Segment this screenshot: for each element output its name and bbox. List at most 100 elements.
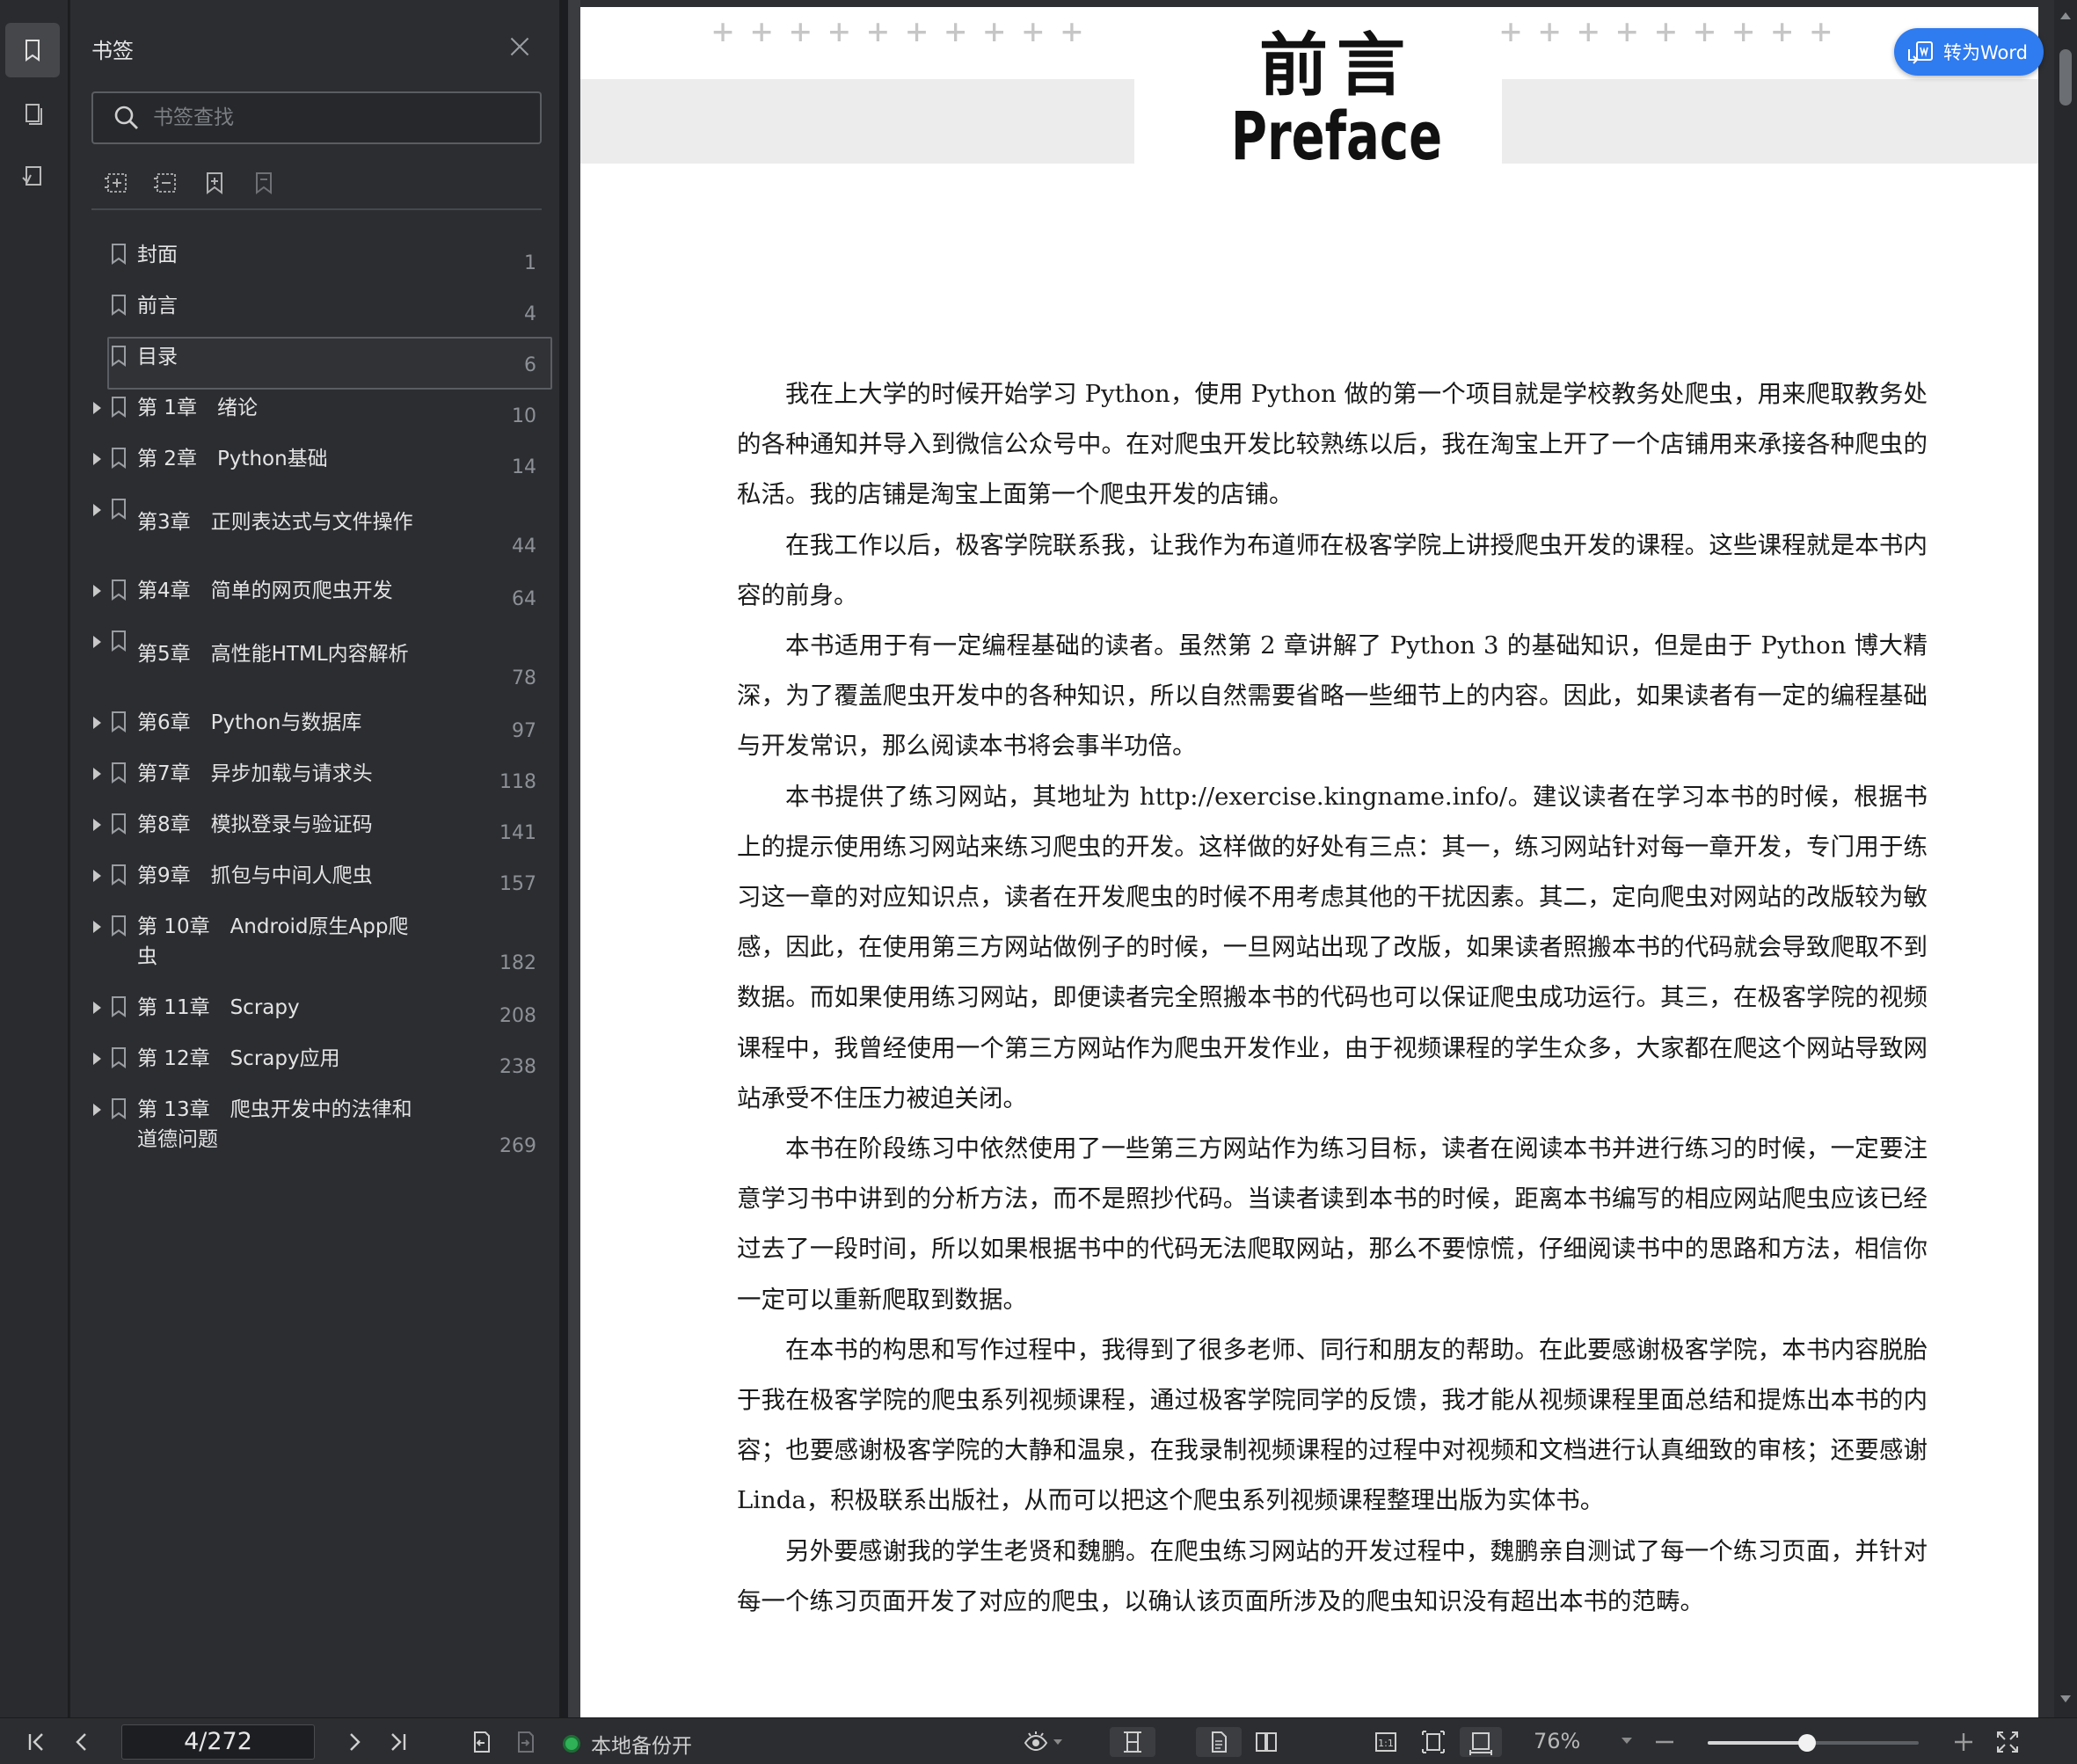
expand-arrow-icon[interactable] [93,636,101,648]
expand-arrow-icon[interactable] [93,870,101,882]
search-icon [114,106,138,129]
collapse-all-button[interactable] [149,167,181,199]
bookmark-page-number: 269 [499,1135,536,1157]
bookmark-label: 第 10章 Android原生App爬 虫 [137,915,409,968]
next-page-button[interactable] [339,1727,369,1757]
backup-status-dot-icon [563,1735,580,1753]
bookmark-label: 第 1章 绪论 [137,397,258,419]
bookmark-label: 第 11章 Scrapy [137,996,300,1019]
eye-icon [1024,1731,1048,1752]
bookmark-page-number: 208 [499,1005,536,1027]
paragraph: 在本书的构思和写作过程中，我得到了很多老师、同行和朋友的帮助。在此要感谢极客学院… [737,1335,1928,1515]
zoom-dropdown-chevron-down-icon[interactable] [1622,1738,1632,1744]
two-page-button[interactable] [1243,1727,1289,1757]
fit-page-button[interactable] [1416,1727,1451,1757]
eye-protection-button[interactable] [1017,1727,1069,1757]
chevron-right-icon [350,1733,361,1751]
last-page-button[interactable] [383,1727,413,1757]
bookmark-icon [112,579,126,601]
document-page: + + + + + + + + + + + + + + + + + + + 前言 Preface 我在上大学的时候… [580,7,2038,1717]
collapse-all-icon [154,173,176,193]
last-page-icon [391,1733,406,1751]
zoom-out-button[interactable] [1650,1727,1680,1757]
expand-arrow-icon[interactable] [93,1053,101,1065]
expand-arrow-icon[interactable] [93,1104,101,1116]
bookmark-icon [112,397,126,418]
expand-arrow-icon[interactable] [93,504,101,516]
zoom-slider-fill [1708,1741,1808,1745]
bookmark-label: 第4章 简单的网页爬虫开发 [137,579,393,602]
bookmark-page-number: 6 [524,354,536,376]
bookmark-page-number: 141 [499,822,536,844]
vertical-scrollbar[interactable] [2054,0,2077,1717]
forward-view-button[interactable] [510,1727,540,1757]
bookmark-icon [112,1098,126,1119]
expand-arrow-icon[interactable] [93,819,101,831]
paragraph: 本书提供了练习网站，其地址为 http://exercise.kingname.… [737,782,1928,1112]
bookmark-label: 第3章 正则表达式与文件操作 [137,511,413,534]
bookmark-icon [112,711,126,733]
bookmark-page-number: 238 [499,1056,536,1078]
annotation-icon [22,166,41,186]
convert-to-word-button[interactable]: 转为Word [1894,28,2044,76]
chevron-down-icon [1053,1739,1062,1745]
zoom-slider[interactable] [1708,1734,1919,1752]
thumbnail-panel-button[interactable] [5,86,60,141]
expand-arrow-icon[interactable] [93,1002,101,1014]
bookmark-page-number: 97 [512,720,536,742]
page-thumbnails-icon [26,104,42,125]
remove-bookmark-button[interactable] [248,167,280,199]
previous-page-button[interactable] [67,1727,97,1757]
fullscreen-button[interactable] [1993,1727,2022,1757]
scroll-down-arrow-icon[interactable] [2060,1695,2071,1702]
backup-status-label: 本地备份开 [591,1735,692,1758]
svg-text:1:1: 1:1 [1378,1738,1394,1749]
bookmark-icon [112,813,126,835]
expand-arrow-icon[interactable] [93,768,101,780]
expand-arrow-icon[interactable] [93,585,101,597]
zoom-in-button[interactable] [1949,1727,1979,1757]
annotation-panel-button[interactable] [5,149,60,204]
page-number-input[interactable]: 4/272 [121,1724,315,1760]
back-view-icon [474,1731,490,1753]
bookmark-label: 第 12章 Scrapy应用 [137,1047,340,1070]
scrollbar-thumb[interactable] [2059,49,2072,106]
scroll-up-arrow-icon[interactable] [2060,12,2071,19]
bookmark-icon [112,762,126,784]
bookmark-icon [112,295,126,316]
bookmark-page-number: 10 [512,405,536,427]
zoom-slider-handle[interactable] [1798,1734,1817,1752]
paragraph: 另外要感谢我的学生老贤和魏鹏。在爬虫练习网站的开发过程中，魏鹏亲自测试了每一个练… [737,1536,1928,1615]
plus-icon [1955,1733,1972,1751]
close-panel-button[interactable] [506,33,533,60]
first-page-button[interactable] [21,1727,51,1757]
chevron-left-icon [76,1733,86,1751]
expand-arrow-icon[interactable] [93,717,101,729]
bookmark-icon [112,864,126,886]
expand-all-button[interactable] [100,167,132,199]
back-view-button[interactable] [466,1727,496,1757]
bookmark-icon [112,915,126,937]
bookmark-icon [112,1047,126,1068]
bookmark-search-input[interactable] [153,106,505,129]
remove-bookmark-icon [256,172,272,194]
zoom-level[interactable]: 76% [1534,1729,1604,1753]
bookmark-label: 第6章 Python与数据库 [137,711,362,734]
expand-arrow-icon[interactable] [93,921,101,933]
continuous-scroll-button[interactable] [1110,1727,1155,1757]
bookmark-panel-button[interactable] [5,23,60,77]
expand-arrow-icon[interactable] [93,453,101,465]
single-page-button[interactable] [1196,1727,1242,1757]
actual-size-button[interactable]: 1:1 [1368,1727,1403,1757]
fit-width-button[interactable] [1460,1727,1502,1757]
left-icon-rail [0,0,69,1717]
local-backup-status[interactable]: 本地备份开 [563,1729,692,1759]
add-bookmark-button[interactable] [199,167,230,199]
expand-arrow-icon[interactable] [93,402,101,414]
header-decoration-left: + + + + + + + + + + [712,11,1082,52]
paragraph: 在我工作以后，极客学院联系我，让我作为布道师在极客学院上讲授爬虫开发的课程。这些… [737,530,1928,609]
expand-all-icon [105,173,127,193]
bookmark-icon [112,499,126,520]
panel-splitter[interactable] [559,0,568,1717]
bookmark-icon [112,996,126,1017]
